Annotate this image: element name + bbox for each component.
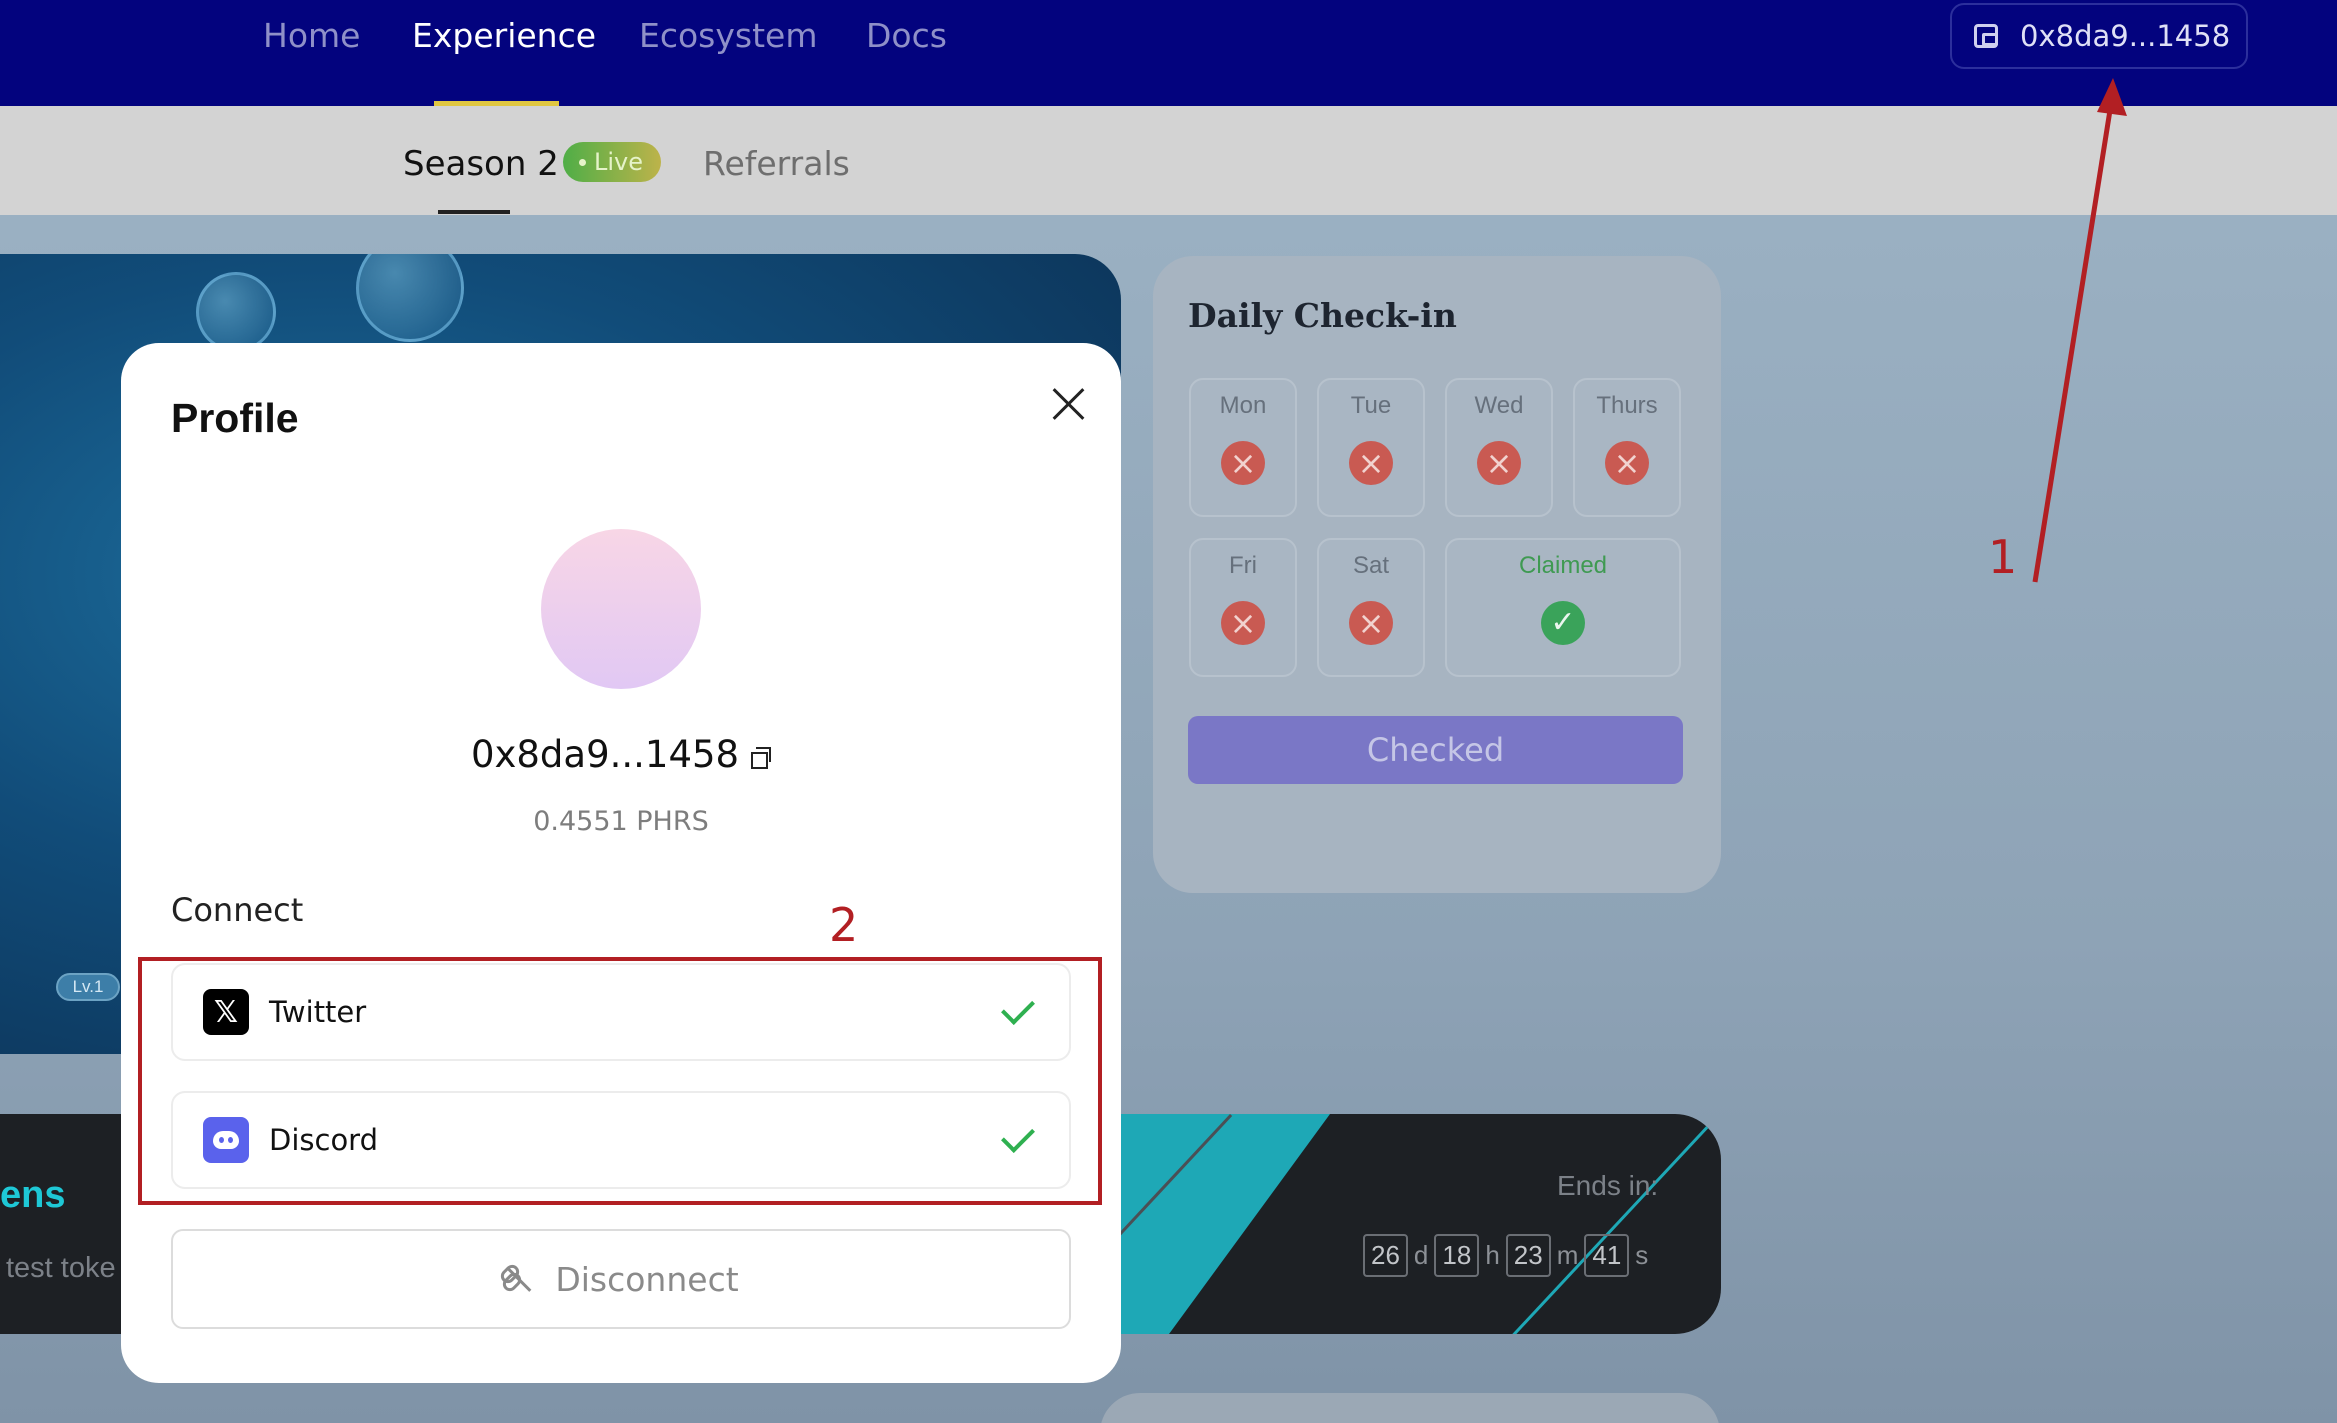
banner-subtitle: test toke bbox=[6, 1252, 116, 1284]
checkin-day-sat: Sat × bbox=[1317, 538, 1425, 677]
day-label: Claimed bbox=[1518, 552, 1608, 579]
disconnect-button[interactable]: Disconnect bbox=[171, 1229, 1071, 1329]
wallet-button[interactable]: 0x8da9...1458 bbox=[1950, 3, 2248, 69]
bubble-decoration bbox=[196, 272, 276, 352]
missed-icon: × bbox=[1605, 441, 1649, 485]
annotation-marker-1: 1 bbox=[1988, 530, 2018, 584]
missed-icon: × bbox=[1221, 441, 1265, 485]
live-badge: Live bbox=[563, 142, 662, 182]
countdown-unit: h bbox=[1485, 1240, 1500, 1270]
countdown-days: 26 bbox=[1363, 1234, 1408, 1277]
avatar bbox=[541, 529, 701, 689]
countdown-seconds: 41 bbox=[1584, 1234, 1630, 1277]
tab-referrals[interactable]: Referrals bbox=[703, 144, 850, 183]
checked-button[interactable]: Checked bbox=[1188, 716, 1683, 784]
nav-item-experience[interactable]: Experience bbox=[412, 16, 596, 55]
day-label: Fri bbox=[1229, 552, 1257, 579]
checkin-day-tue: Tue × bbox=[1317, 378, 1425, 517]
banner-decoration bbox=[1100, 1114, 1330, 1334]
checkin-title: Daily Check-in bbox=[1188, 296, 1457, 335]
nav-item-docs[interactable]: Docs bbox=[866, 16, 947, 55]
bubble-decoration bbox=[356, 254, 464, 342]
connect-label: Connect bbox=[171, 891, 304, 929]
day-label: Tue bbox=[1350, 392, 1392, 419]
nav-item-home[interactable]: Home bbox=[263, 16, 360, 55]
countdown-minutes: 23 bbox=[1505, 1234, 1551, 1277]
day-label: Mon bbox=[1219, 392, 1267, 419]
modal-title: Profile bbox=[171, 395, 299, 441]
live-badge-label: Live bbox=[594, 148, 644, 176]
balance: 0.4551 PHRS bbox=[533, 806, 709, 837]
countdown-timer: 26 d 18 h 23 m 41 s bbox=[1363, 1234, 1648, 1277]
claimed-check-icon: ✓ bbox=[1541, 601, 1585, 645]
checkin-day-wed: Wed × bbox=[1445, 378, 1553, 517]
missed-icon: × bbox=[1477, 441, 1521, 485]
missed-icon: × bbox=[1349, 441, 1393, 485]
missed-icon: × bbox=[1349, 601, 1393, 645]
wallet-address: 0x8da9...1458 bbox=[2020, 19, 2231, 53]
checkin-day-thurs: Thurs × bbox=[1573, 378, 1681, 517]
day-label: Sat bbox=[1352, 552, 1390, 579]
profile-address: 0x8da9...1458 bbox=[121, 733, 1121, 776]
day-label: Thurs bbox=[1596, 392, 1658, 419]
checkin-day-mon: Mon × bbox=[1189, 378, 1297, 517]
countdown-unit: m bbox=[1556, 1240, 1579, 1270]
address-text: 0x8da9...1458 bbox=[470, 733, 740, 776]
missed-icon: × bbox=[1221, 601, 1265, 645]
unlink-icon bbox=[498, 1261, 533, 1295]
active-tab-indicator bbox=[438, 210, 510, 214]
sub-navigation: Season 2 Live Referrals bbox=[0, 106, 2337, 215]
disconnect-label: Disconnect bbox=[555, 1259, 739, 1299]
banner-decoration bbox=[1491, 1122, 1713, 1334]
level-badge: Lv.1 bbox=[56, 973, 120, 1001]
top-navigation: Home Experience Ecosystem Docs 0x8da9...… bbox=[0, 0, 2337, 106]
copy-icon[interactable] bbox=[751, 746, 772, 769]
live-dot-icon bbox=[579, 158, 586, 166]
countdown-unit: s bbox=[1635, 1240, 1649, 1270]
nav-item-ecosystem[interactable]: Ecosystem bbox=[639, 16, 818, 55]
profile-modal: Profile 0x8da9...1458 0.4551 PHRS Connec… bbox=[121, 343, 1121, 1383]
close-icon[interactable] bbox=[1043, 379, 1093, 429]
annotation-marker-2: 2 bbox=[829, 898, 859, 952]
countdown-hours: 18 bbox=[1434, 1234, 1480, 1277]
daily-checkin-card: Daily Check-in Mon × Tue × Wed × Thurs ×… bbox=[1153, 256, 1721, 893]
countdown-unit: d bbox=[1413, 1240, 1429, 1270]
wallet-icon bbox=[1974, 24, 1998, 48]
checkin-day-fri: Fri × bbox=[1189, 538, 1297, 677]
banner-title: ens bbox=[0, 1174, 66, 1216]
ends-in-label: Ends in: bbox=[1557, 1170, 1659, 1201]
tab-season-2[interactable]: Season 2 bbox=[403, 144, 559, 184]
annotation-box bbox=[138, 957, 1102, 1205]
day-label: Wed bbox=[1474, 392, 1524, 419]
checkin-day-claimed: Claimed ✓ bbox=[1445, 538, 1681, 677]
bottom-card bbox=[1100, 1393, 1720, 1423]
